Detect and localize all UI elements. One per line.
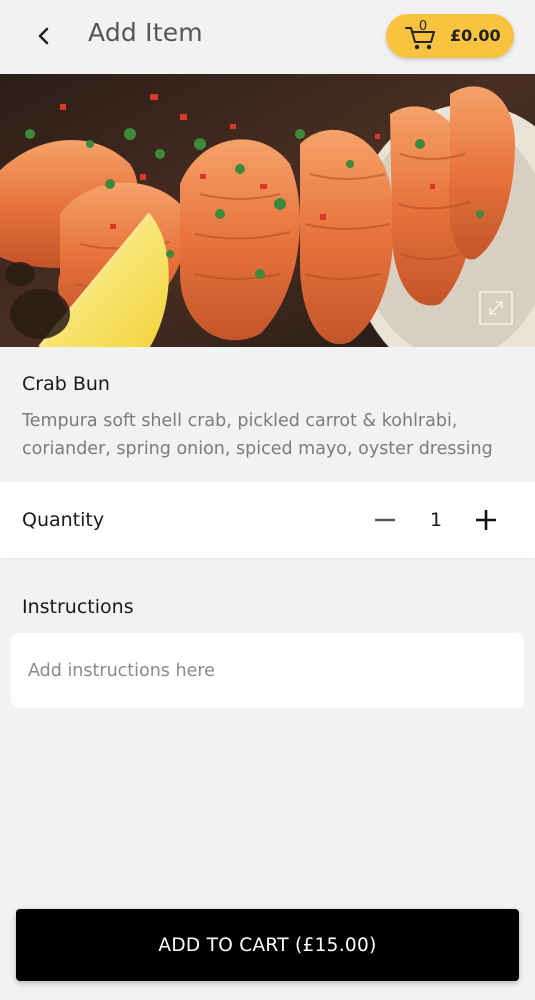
expand-image-button[interactable] <box>479 291 513 325</box>
quantity-value: 1 <box>429 509 443 531</box>
add-to-cart-button[interactable]: ADD TO CART (£15.00) <box>16 909 519 981</box>
cart-button[interactable]: 0 £0.00 <box>386 14 514 58</box>
decrease-quantity-button[interactable] <box>367 502 403 538</box>
instructions-input[interactable] <box>11 633 524 708</box>
cart-icon: 0 <box>404 19 438 52</box>
page-title: Add Item <box>88 18 203 47</box>
item-photo <box>0 74 535 347</box>
back-button[interactable] <box>26 18 62 54</box>
instructions-heading: Instructions <box>22 596 134 618</box>
plus-icon <box>476 510 496 530</box>
item-description: Tempura soft shell crab, pickled carrot … <box>22 411 493 459</box>
minus-icon <box>375 518 395 522</box>
item-details: Crab Bun Tempura soft shell crab, pickle… <box>0 347 535 482</box>
increase-quantity-button[interactable] <box>468 502 504 538</box>
expand-icon <box>489 301 503 315</box>
app-header: Add Item 0 £0.00 <box>0 0 535 74</box>
cart-total: £0.00 <box>450 26 501 45</box>
item-name: Crab Bun <box>22 373 110 395</box>
quantity-stepper: Quantity 1 <box>0 482 535 558</box>
chevron-left-icon <box>38 27 49 45</box>
quantity-label: Quantity <box>22 509 105 531</box>
cart-count-badge: 0 <box>418 19 428 34</box>
prawns-illustration <box>0 74 535 347</box>
